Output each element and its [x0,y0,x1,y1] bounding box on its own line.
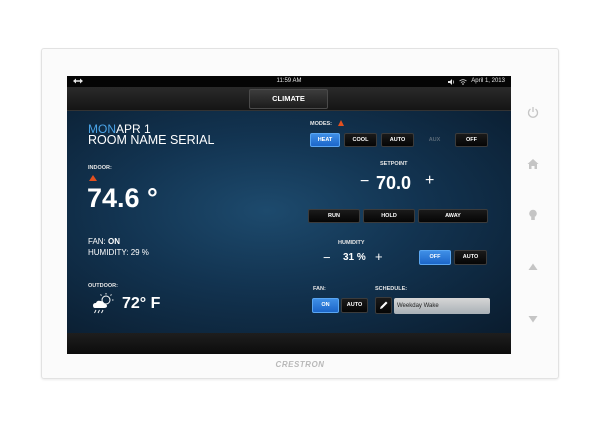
humidity-value: 31 % [343,252,366,263]
page-title: CLIMATE [249,89,328,109]
indoor-label: INDOOR: [88,165,112,171]
humidity-off-button[interactable]: OFF [419,250,451,265]
hold-button[interactable]: HOLD [363,209,415,223]
schedule-select[interactable]: Weekday Wake [394,298,490,314]
humidity-increase-button[interactable]: + [375,249,383,264]
heat-flame-icon [89,175,97,181]
schedule-edit-button[interactable] [375,297,392,314]
fan-control-label: FAN: [313,286,326,292]
fan-status: FAN: ON [88,237,120,246]
speaker-icon [448,78,455,85]
status-time: 11:59 AM [276,78,302,84]
modes-label: MODES: [310,121,332,127]
mode-auto-button[interactable]: AUTO [381,133,414,147]
fan-status-value: ON [108,237,121,246]
climate-panel: MONAPR 1 ROOM NAME SERIAL INDOOR: 74.6 °… [67,111,511,333]
setpoint-decrease-button[interactable]: − [360,173,369,191]
outdoor-temperature: 72° F [122,295,161,312]
humidity-status-value: 29 % [130,248,149,257]
humidity-status-label: HUMIDITY: [88,248,129,257]
title-bar: CLIMATE [67,87,511,111]
indoor-temperature: 74.6 ° [87,183,158,213]
touchscreen: 11:59 AM April 1, 2013 CLIMATE MONAPR 1 … [67,76,511,354]
arrow-down-icon[interactable] [526,312,540,326]
bottom-bar [67,333,511,354]
mode-heat-button[interactable]: HEAT [310,133,340,147]
setpoint-value: 70.0 [376,173,412,193]
mode-aux-button[interactable]: AUX [418,133,451,147]
setpoint-increase-button[interactable]: + [425,172,434,190]
outdoor-label: OUTDOOR: [88,283,118,289]
fan-auto-button[interactable]: AUTO [341,298,368,313]
setpoint-label: SETPOINT [380,161,408,167]
power-icon[interactable] [526,105,540,119]
mode-off-button[interactable]: OFF [455,133,488,147]
humidity-status: HUMIDITY: 29 % [88,248,149,257]
humidity-control-label: HUMIDITY [338,240,365,246]
mode-cool-button[interactable]: COOL [344,133,377,147]
status-date: April 1, 2013 [471,78,505,84]
schedule-label: SCHEDULE: [375,286,408,292]
fan-on-button[interactable]: ON [312,298,339,313]
wifi-icon [459,78,468,85]
lightbulb-icon[interactable] [526,208,540,222]
pencil-icon [380,301,388,309]
fan-status-label: FAN: [88,237,106,246]
home-icon[interactable] [526,157,540,171]
mode-flame-icon [338,120,344,126]
brand-logo: CRESTRON [275,360,325,369]
room-name: ROOM NAME SERIAL [88,133,215,147]
arrow-up-icon[interactable] [526,260,540,274]
humidity-decrease-button[interactable]: − [323,250,331,265]
away-button[interactable]: AWAY [418,209,488,223]
run-button[interactable]: RUN [308,209,360,223]
status-bar: 11:59 AM April 1, 2013 [67,76,511,87]
partly-sunny-rain-icon [93,293,114,314]
humidity-auto-button[interactable]: AUTO [454,250,487,265]
